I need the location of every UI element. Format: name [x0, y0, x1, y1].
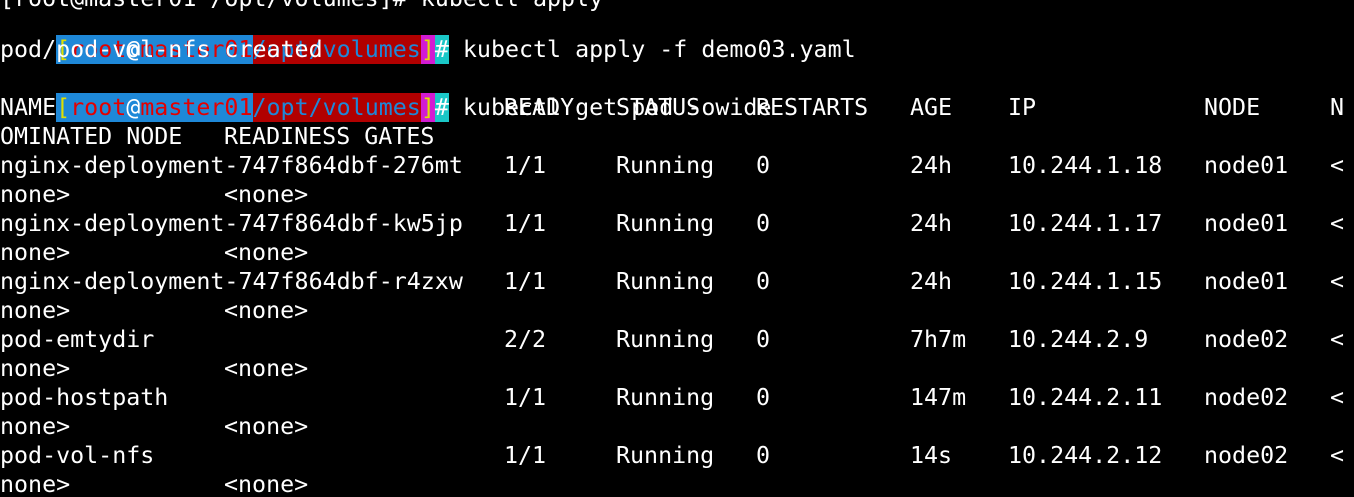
pod-restarts: 0: [756, 268, 771, 295]
pod-nominated-start: <: [1330, 326, 1345, 353]
pod-age: 24h: [910, 210, 953, 237]
pod-age: 7h7m: [910, 326, 967, 353]
terminal-window[interactable]: [root@master01 /opt/volumes]# kubectl ap…: [0, 0, 1354, 497]
pod-node: node02: [1204, 384, 1289, 411]
header-restarts: RESTARTS: [756, 94, 869, 121]
pod-readiness-gates: <none>: [224, 297, 309, 324]
pod-name: nginx-deployment-747f864dbf-r4zxw: [0, 268, 463, 295]
table-row-wrap: none> <none>: [0, 238, 308, 267]
pod-ip: 10.244.1.17: [1008, 210, 1163, 237]
pod-nominated-node: none>: [0, 297, 71, 324]
pod-readiness-gates: <none>: [224, 355, 309, 382]
pod-status: Running: [616, 268, 715, 295]
pod-node: node01: [1204, 268, 1289, 295]
pod-name: pod-vol-nfs: [0, 442, 155, 469]
table-row: pod-hostpath 1/1 Running 0 147m 10.244.2…: [0, 383, 1344, 412]
pod-ip: 10.244.2.12: [1008, 442, 1163, 469]
header-age: AGE: [910, 94, 953, 121]
header-name: NAME: [0, 94, 57, 121]
pod-ip: 10.244.2.9: [1008, 326, 1149, 353]
pod-nominated-node: none>: [0, 471, 71, 497]
pod-restarts: 0: [756, 152, 771, 179]
header-nominated-node: OMINATED NODE: [0, 123, 183, 150]
pod-ready: 2/2: [504, 326, 547, 353]
pod-nominated-start: <: [1330, 268, 1345, 295]
output-created: pod/pod-vol-nfs created: [0, 36, 323, 63]
pod-status: Running: [616, 384, 715, 411]
pod-age: 24h: [910, 268, 953, 295]
table-row: nginx-deployment-747f864dbf-r4zxw 1/1 Ru…: [0, 267, 1344, 296]
pod-nominated-start: <: [1330, 210, 1345, 237]
table-row: pod-emtydir 2/2 Running 0 7h7m 10.244.2.…: [0, 325, 1344, 354]
pod-restarts: 0: [756, 384, 771, 411]
prompt-hash: #: [434, 93, 449, 122]
prompt-bracket-open: [: [56, 93, 71, 122]
prompt-bracket-close: ]: [420, 35, 435, 64]
header-nominated-wrap-start: N: [1330, 94, 1345, 121]
pod-age: 24h: [910, 152, 953, 179]
prompt-user: root: [70, 93, 127, 122]
header-node: NODE: [1204, 94, 1261, 121]
pod-ip: 10.244.2.11: [1008, 384, 1163, 411]
prompt-at: @: [126, 93, 141, 122]
pod-node: node01: [1204, 152, 1289, 179]
pod-age: 147m: [910, 384, 967, 411]
pod-nominated-node: none>: [0, 355, 71, 382]
pod-restarts: 0: [756, 326, 771, 353]
table-row-wrap: none> <none>: [0, 470, 308, 497]
pod-node: node01: [1204, 210, 1289, 237]
pod-nominated-start: <: [1330, 384, 1345, 411]
pod-readiness-gates: <none>: [224, 413, 309, 440]
header-ready: READY: [504, 94, 575, 121]
pod-status: Running: [616, 152, 715, 179]
pod-name: pod-hostpath: [0, 384, 169, 411]
pod-status: Running: [616, 210, 715, 237]
pod-ready: 1/1: [504, 442, 547, 469]
pod-readiness-gates: <none>: [224, 239, 309, 266]
table-row: pod-vol-nfs 1/1 Running 0 14s 10.244.2.1…: [0, 441, 1344, 470]
pod-name: nginx-deployment-747f864dbf-276mt: [0, 152, 463, 179]
command-line-apply: [root@master01/opt/volumes]# kubectl app…: [0, 6, 856, 64]
pod-name: nginx-deployment-747f864dbf-kw5jp: [0, 210, 463, 237]
header-readiness-gates: READINESS GATES: [224, 123, 435, 150]
pod-restarts: 0: [756, 442, 771, 469]
pod-nominated-node: none>: [0, 181, 71, 208]
pod-node: node02: [1204, 442, 1289, 469]
pod-node: node02: [1204, 326, 1289, 353]
table-header-row: NAME READY STATUS RESTARTS AGE IP NODE N: [0, 93, 1344, 122]
pod-age: 14s: [910, 442, 953, 469]
prompt-host: master01: [140, 93, 253, 122]
pod-ready: 1/1: [504, 152, 547, 179]
pod-nominated-node: none>: [0, 413, 71, 440]
command-line-get: [root@master01/opt/volumes]# kubectl get…: [0, 64, 771, 122]
pod-ready: 1/1: [504, 268, 547, 295]
pod-ready: 1/1: [504, 210, 547, 237]
pod-status: Running: [616, 442, 715, 469]
pod-ip: 10.244.1.15: [1008, 268, 1163, 295]
prompt-path: /opt/volumes: [252, 93, 421, 122]
pod-name: pod-emtydir: [0, 326, 155, 353]
pod-nominated-node: none>: [0, 239, 71, 266]
pod-restarts: 0: [756, 210, 771, 237]
table-row-wrap: none> <none>: [0, 296, 308, 325]
command-text: kubectl apply -f demo03.yaml: [462, 36, 856, 63]
prompt-hash: #: [434, 35, 449, 64]
table-row: nginx-deployment-747f864dbf-276mt 1/1 Ru…: [0, 151, 1344, 180]
pod-nominated-start: <: [1330, 442, 1345, 469]
table-row-wrap: none> <none>: [0, 354, 308, 383]
table-row-wrap: none> <none>: [0, 412, 308, 441]
pod-status: Running: [616, 326, 715, 353]
pod-ip: 10.244.1.18: [1008, 152, 1163, 179]
header-ip: IP: [1008, 94, 1037, 121]
pod-readiness-gates: <none>: [224, 181, 309, 208]
table-header-row-wrap: OMINATED NODE READINESS GATES: [0, 122, 434, 151]
table-row: nginx-deployment-747f864dbf-kw5jp 1/1 Ru…: [0, 209, 1344, 238]
table-row-wrap: none> <none>: [0, 180, 308, 209]
pod-readiness-gates: <none>: [224, 471, 309, 497]
pod-ready: 1/1: [504, 384, 547, 411]
prompt-bracket-close: ]: [420, 93, 435, 122]
header-status: STATUS: [616, 94, 701, 121]
pod-nominated-start: <: [1330, 152, 1345, 179]
